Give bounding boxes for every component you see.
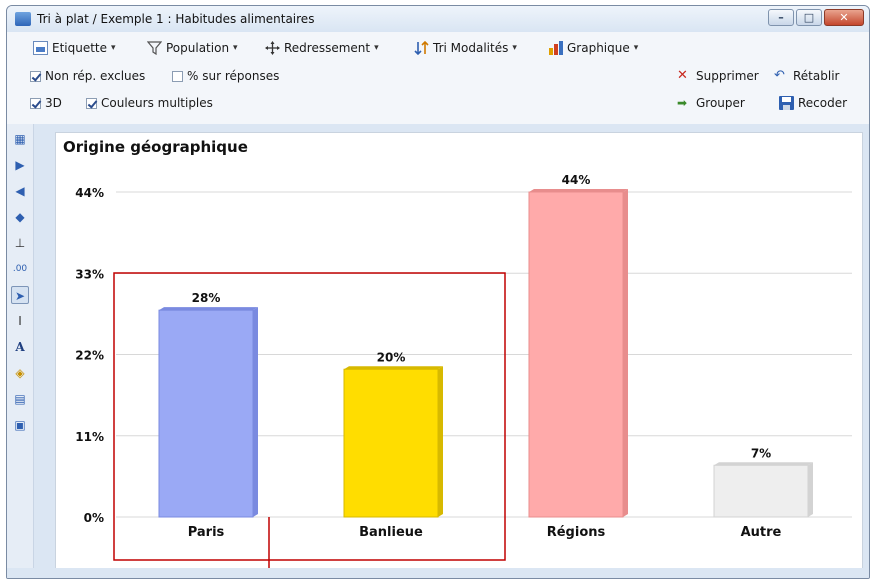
redressement-label: Redressement — [284, 41, 371, 55]
text-cursor-icon[interactable]: I — [11, 312, 29, 330]
population-label: Population — [166, 41, 230, 55]
bar — [713, 464, 809, 518]
recoder-button[interactable]: Recoder — [779, 93, 847, 113]
checkbox-checked-icon — [30, 97, 41, 109]
etiquette-menu[interactable]: Etiquette ▾ — [33, 38, 116, 58]
recoder-label: Recoder — [798, 96, 848, 110]
redressement-menu[interactable]: Redressement ▾ — [265, 38, 379, 58]
arrow-right-icon: ➡ — [677, 96, 688, 110]
filter-icon — [146, 41, 163, 56]
tri-modalites-label: Tri Modalités — [433, 41, 509, 55]
decimal-icon[interactable]: .00 — [11, 260, 29, 278]
retablir-button[interactable]: ↶ Rétablir — [774, 66, 839, 86]
maximize-button[interactable]: □ — [796, 9, 822, 26]
bar-value-label: 7% — [751, 446, 771, 460]
play-left-icon[interactable]: ◀ — [11, 182, 29, 200]
bar-chart-icon — [548, 41, 563, 55]
pointer-icon[interactable]: ➤ — [11, 286, 29, 304]
grouper-label: Grouper — [696, 96, 745, 110]
bar-value-label: 20% — [377, 350, 406, 364]
maximize-icon: □ — [803, 11, 815, 24]
axis-icon[interactable]: ⊥ — [11, 234, 29, 252]
3d-label: 3D — [45, 96, 62, 110]
close-icon: ✕ — [839, 11, 849, 24]
tool-sidebar: ▦ ▶ ◀ ◆ ⊥ .00 ➤ I A ◈ ▤ ▣ — [7, 124, 34, 578]
bar-chart: Origine géographique 0% 11% 22% 33% 44% 28% Par… — [63, 138, 852, 568]
app-icon — [15, 12, 31, 26]
close-button[interactable]: ✕ — [824, 9, 864, 26]
etiquette-label: Etiquette — [52, 41, 108, 55]
couleurs-multiples-checkbox[interactable]: Couleurs multiples — [86, 93, 213, 113]
table-icon[interactable]: ▦ — [11, 130, 29, 148]
app-window: Tri à plat / Exemple 1 : Habitudes alime… — [6, 5, 870, 579]
title-bar: Tri à plat / Exemple 1 : Habitudes alime… — [7, 6, 869, 33]
3d-checkbox[interactable]: 3D — [30, 93, 62, 113]
minimize-button[interactable]: – — [768, 9, 794, 26]
chart-panel: Origine géographique 0% 11% 22% 33% 44% 28% Par… — [55, 132, 863, 569]
population-menu[interactable]: Population ▾ — [146, 38, 238, 58]
layout-icon[interactable]: ▤ — [11, 390, 29, 408]
non-rep-exclues-checkbox[interactable]: Non rép. exclues — [30, 66, 145, 86]
y-tick-label: 33% — [75, 267, 104, 281]
x-tick-label: Paris — [188, 525, 225, 540]
bar-side — [253, 307, 258, 517]
bar-side — [623, 189, 628, 517]
bar — [158, 309, 254, 518]
retablir-label: Rétablir — [793, 69, 840, 83]
chart-title: Origine géographique — [63, 138, 248, 156]
x-tick-label: Régions — [547, 525, 606, 540]
minimize-icon: – — [778, 11, 784, 24]
tri-modalites-menu[interactable]: Tri Modalités ▾ — [414, 38, 517, 58]
bar-value-label: 44% — [562, 173, 591, 187]
label-icon — [33, 41, 48, 55]
expand-horizontal-icon[interactable]: ◆ — [11, 208, 29, 226]
checkbox-unchecked-icon — [172, 70, 183, 82]
save-icon — [779, 96, 794, 110]
y-tick-label: 44% — [75, 186, 104, 200]
bar-value-label: 28% — [192, 291, 221, 305]
delete-icon: ✕ — [677, 68, 688, 83]
pct-sur-reponses-label: % sur réponses — [187, 69, 280, 83]
y-tick-label: 0% — [84, 511, 104, 525]
graphique-label: Graphique — [567, 41, 630, 55]
play-right-icon[interactable]: ▶ — [11, 156, 29, 174]
move-icon — [265, 41, 280, 55]
bar — [343, 368, 439, 518]
grouper-button[interactable]: ➡ Grouper — [677, 93, 745, 113]
window-icon[interactable]: ▣ — [11, 416, 29, 434]
supprimer-button[interactable]: ✕ Supprimer — [677, 66, 759, 86]
undo-icon: ↶ — [774, 68, 785, 83]
bar-side — [808, 462, 813, 517]
x-tick-label: Banlieue — [359, 525, 423, 540]
graphique-menu[interactable]: Graphique ▾ — [548, 38, 638, 58]
font-icon[interactable]: A — [11, 338, 29, 356]
x-tick-label: Autre — [741, 525, 782, 540]
supprimer-label: Supprimer — [696, 69, 759, 83]
bar — [528, 191, 624, 518]
pct-sur-reponses-checkbox[interactable]: % sur réponses — [172, 66, 279, 86]
paint-bucket-icon[interactable]: ◈ — [11, 364, 29, 382]
sort-icon — [414, 40, 429, 56]
window-title: Tri à plat / Exemple 1 : Habitudes alime… — [37, 12, 315, 26]
y-tick-label: 11% — [75, 430, 104, 444]
checkbox-checked-icon — [86, 97, 97, 109]
status-bar — [7, 568, 869, 578]
checkbox-checked-icon — [30, 70, 41, 82]
toolbar: Etiquette ▾ Population ▾ Redressement ▾ Tri… — [7, 32, 869, 124]
y-tick-label: 22% — [75, 349, 104, 363]
bar-side — [438, 366, 443, 517]
couleurs-multiples-label: Couleurs multiples — [101, 96, 213, 110]
non-rep-exclues-label: Non rép. exclues — [45, 69, 146, 83]
